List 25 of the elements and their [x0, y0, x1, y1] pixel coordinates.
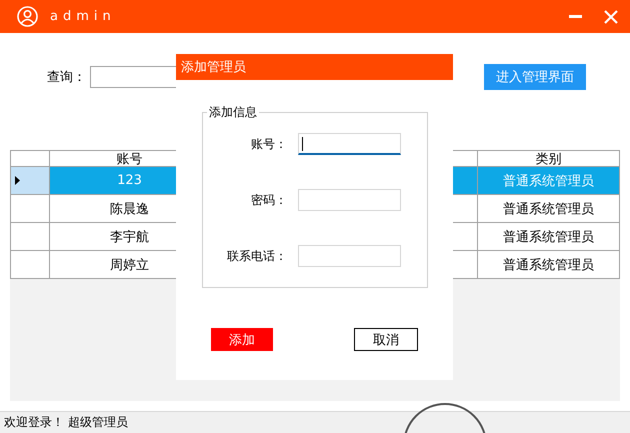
window-title: admin	[50, 9, 116, 24]
row-header[interactable]	[11, 167, 50, 195]
group-title: 添加信息	[208, 104, 258, 121]
input-field[interactable]	[298, 133, 401, 155]
row-header[interactable]	[11, 251, 50, 279]
cancel-button[interactable]: 取消	[354, 328, 418, 351]
input-field[interactable]	[298, 245, 401, 267]
status-text: 欢迎登录！ 超级管理员	[4, 414, 128, 431]
table-cell: 普通系统管理员	[478, 167, 620, 195]
field-label: 账号：	[250, 136, 287, 152]
input-field[interactable]	[298, 189, 401, 211]
table-cell: 普通系统管理员	[478, 195, 620, 223]
field-label: 联系电话：	[226, 248, 287, 264]
row-pointer-icon	[15, 176, 20, 185]
table-cell: 普通系统管理员	[478, 223, 620, 251]
row-header[interactable]	[11, 195, 50, 223]
add-button[interactable]: 添加	[211, 328, 273, 351]
row-header[interactable]	[11, 223, 50, 251]
column-header[interactable]: 类别	[478, 150, 620, 167]
user-icon	[17, 6, 38, 27]
close-icon[interactable]	[604, 10, 618, 24]
field-label: 密码：	[250, 192, 287, 208]
search-label: 查询：	[47, 69, 86, 86]
table-cell: 普通系统管理员	[478, 251, 620, 279]
dialog-title: 添加管理员	[176, 54, 453, 80]
